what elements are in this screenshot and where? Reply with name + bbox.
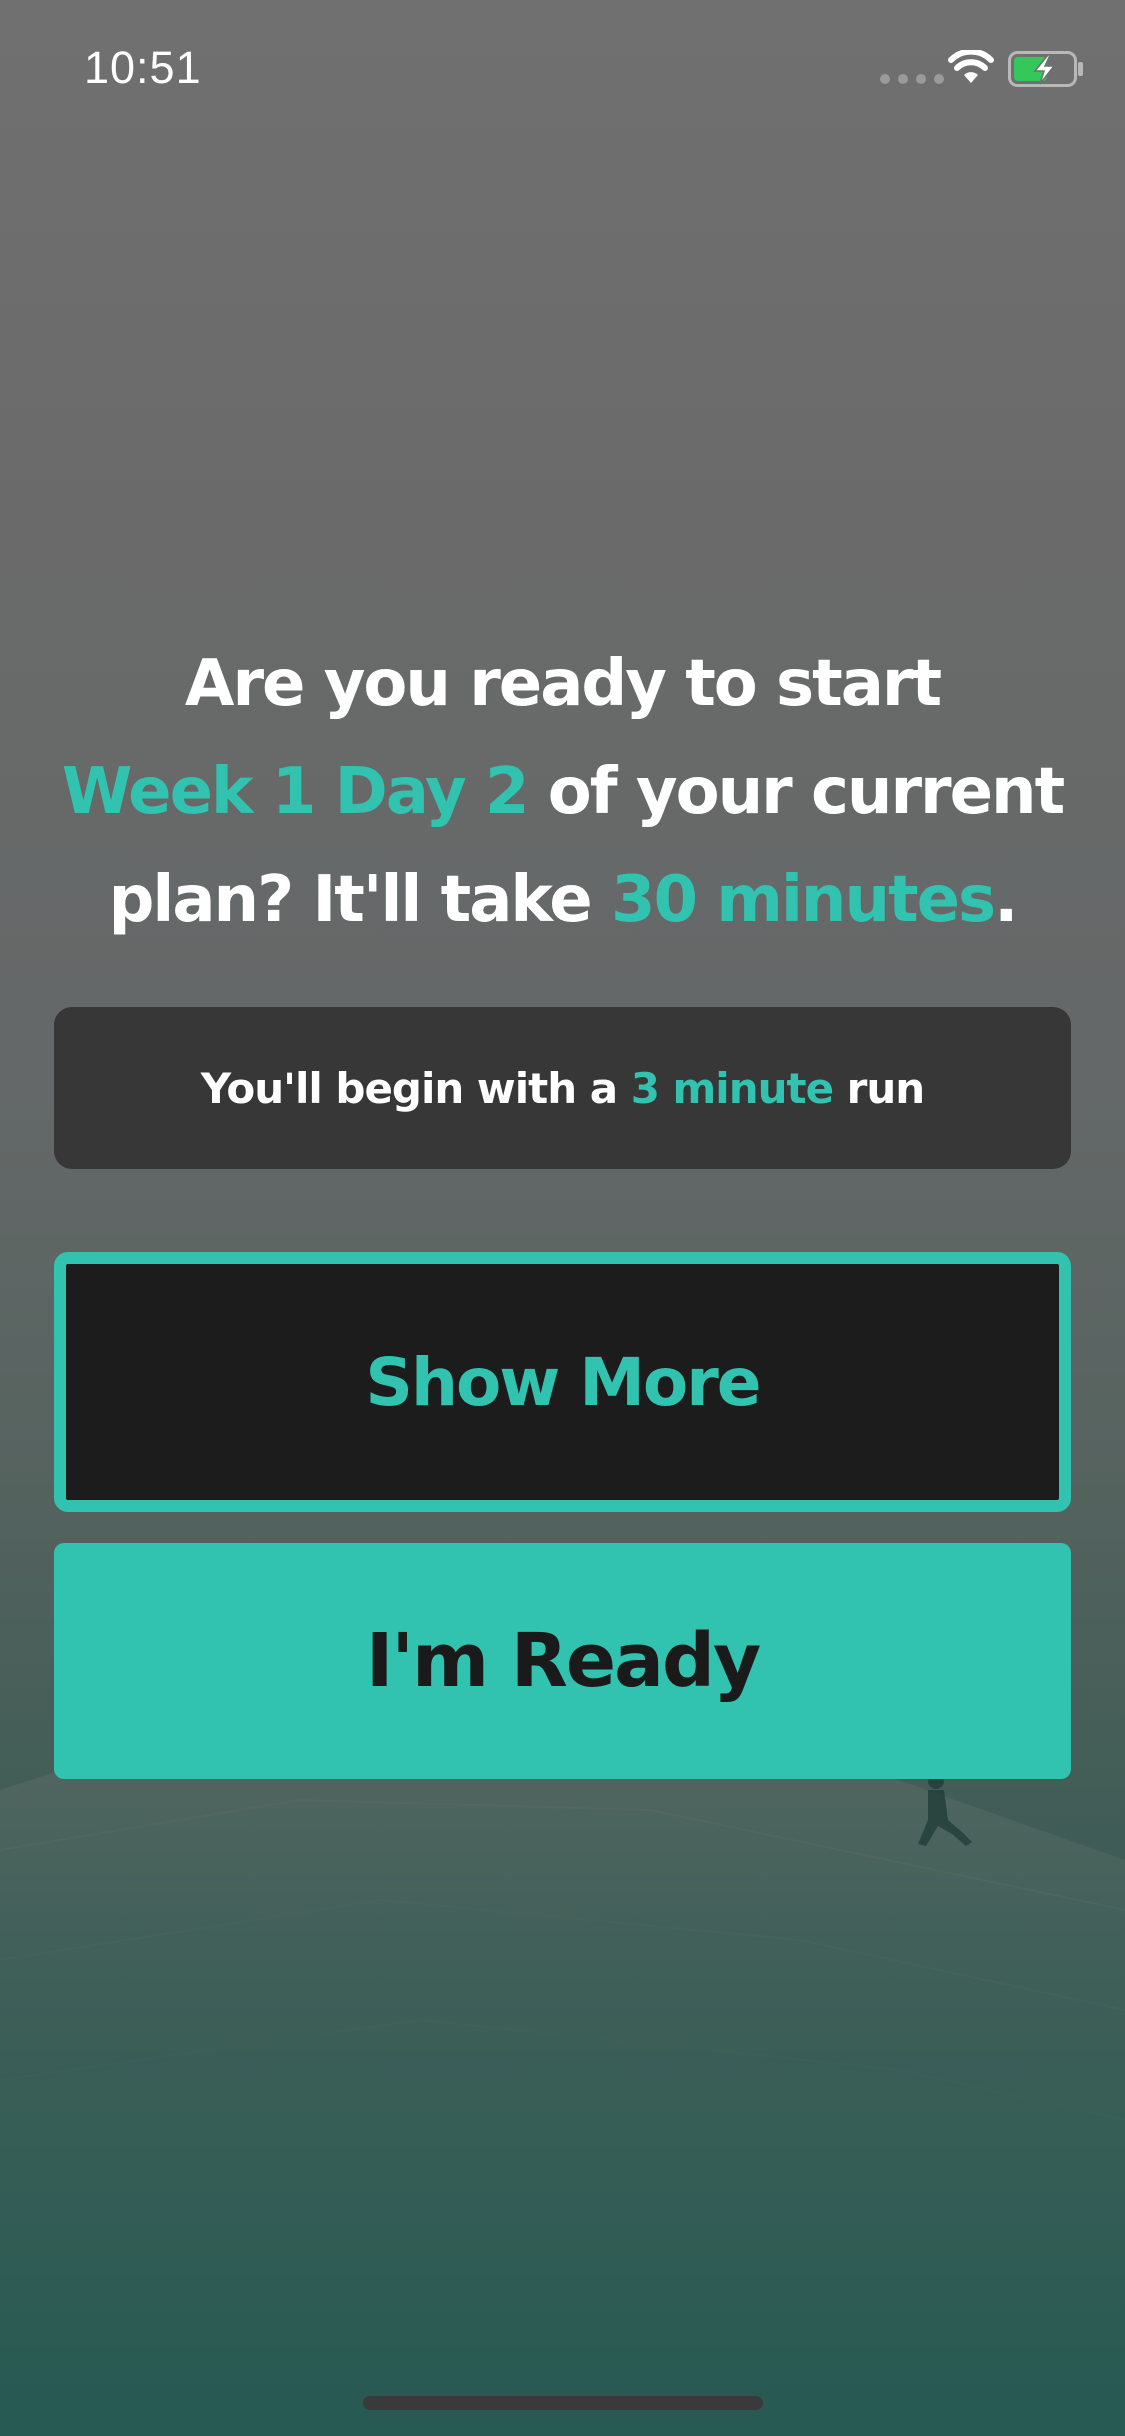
headline-period: . — [994, 863, 1018, 937]
show-more-button[interactable]: Show More — [54, 1252, 1071, 1512]
battery-charging-icon — [1008, 51, 1083, 87]
status-time: 10:51 — [84, 42, 202, 93]
week-day-highlight: Week 1 Day 2 — [61, 755, 530, 829]
info-prefix: You'll begin with a — [200, 1063, 631, 1113]
im-ready-button[interactable]: I'm Ready — [54, 1543, 1071, 1779]
headline-line-3: plan? It'll take 30 minutes. — [40, 846, 1085, 954]
signal-dots-icon — [880, 74, 944, 84]
first-interval-duration: 3 minute — [630, 1063, 834, 1113]
show-more-label: Show More — [365, 1343, 761, 1421]
im-ready-label: I'm Ready — [365, 1618, 761, 1704]
headline-line-3-start: plan? It'll take — [108, 863, 611, 937]
home-indicator[interactable] — [363, 2396, 763, 2410]
background-hill-illustration — [0, 1720, 1125, 2436]
ready-prompt-headline: Are you ready to start Week 1 Day 2 of y… — [40, 630, 1085, 954]
first-interval-info-box: You'll begin with a 3 minute run — [54, 1007, 1071, 1169]
duration-highlight: 30 minutes — [610, 863, 996, 937]
status-bar: 10:51 — [0, 0, 1125, 132]
headline-line-1: Are you ready to start — [184, 647, 942, 721]
info-suffix: run — [833, 1063, 926, 1113]
headline-line-2-rest: of your current — [527, 755, 1065, 829]
wifi-icon — [948, 50, 994, 83]
headline-line-2: Week 1 Day 2 of your current — [40, 738, 1085, 846]
